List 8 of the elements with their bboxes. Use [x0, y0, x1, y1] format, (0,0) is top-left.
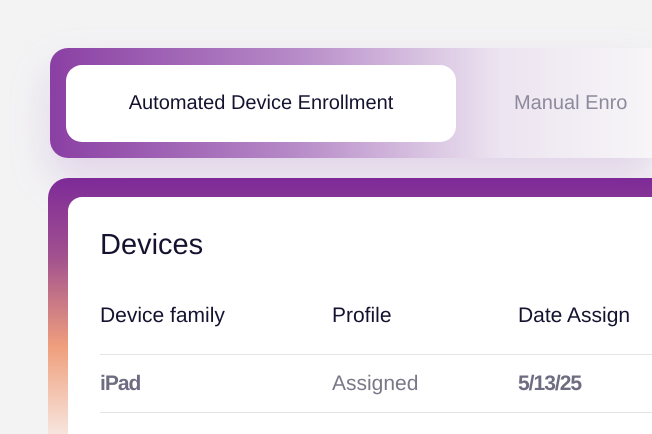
column-header: Device family — [100, 303, 226, 329]
column-header: Profile — [332, 303, 393, 329]
tab[interactable]: Automated Device Enrollment — [66, 64, 456, 142]
table-cell: iPad — [100, 372, 140, 395]
column-header: Date Assign — [518, 303, 630, 329]
table-cell: 5/13/25 — [518, 372, 582, 395]
card-title: Devices — [100, 231, 204, 260]
table-cell: Assigned — [332, 372, 418, 395]
